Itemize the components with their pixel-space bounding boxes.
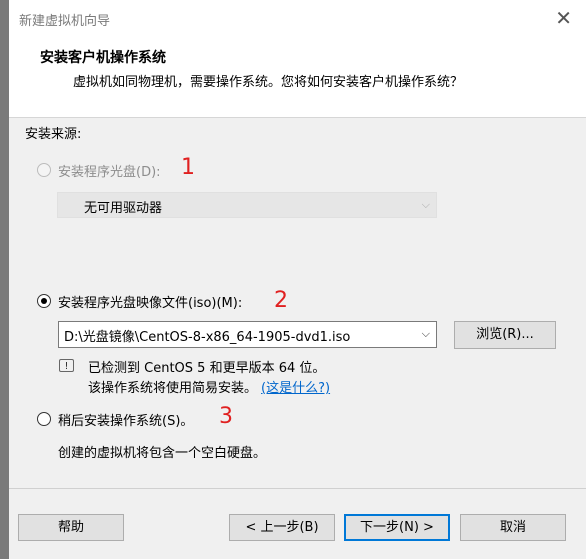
page-subtitle: 虚拟机如同物理机，需要操作系统。您将如何安装客户机操作系统？ — [73, 75, 464, 90]
back-button[interactable]: < 上一步(B) — [229, 514, 335, 541]
new-vm-wizard-dialog: 新建虚拟机向导 ✕ 安装客户机操作系统 虚拟机如同物理机，需要操作系统。您将如何… — [9, 0, 586, 559]
what-is-this-link[interactable]: (这是什么?) — [261, 381, 330, 396]
window-title: 新建虚拟机向导 — [19, 14, 111, 29]
iso-path-input[interactable]: D:\光盘镜像\CentOS-8-x86_64-1905-dvd1.iso ⌵ — [58, 321, 437, 348]
iso-radio[interactable] — [37, 294, 51, 308]
later-description: 创建的虚拟机将包含一个空白硬盘。 — [58, 446, 267, 461]
browse-button[interactable]: 浏览(R)... — [454, 321, 556, 349]
footer-divider — [9, 488, 586, 489]
annotation-marker-1: 1 — [181, 155, 195, 180]
close-icon[interactable]: ✕ — [555, 6, 572, 30]
page-title: 安装客户机操作系统 — [40, 50, 166, 66]
later-radio[interactable] — [37, 412, 51, 426]
help-button[interactable]: 帮助 — [18, 514, 124, 541]
chevron-down-icon[interactable]: ⌵ — [422, 327, 430, 341]
next-button[interactable]: 下一步(N) > — [344, 514, 450, 541]
iso-path-value: D:\光盘镜像\CentOS-8-x86_64-1905-dvd1.iso — [64, 330, 351, 345]
info-icon: ! — [59, 359, 74, 372]
drive-select[interactable]: 无可用驱动器 ⌵ — [57, 192, 437, 218]
disc-radio[interactable] — [37, 163, 51, 177]
install-source-label: 安装来源: — [25, 127, 82, 142]
drive-select-value: 无可用驱动器 — [84, 201, 163, 216]
title-bar: 新建虚拟机向导 ✕ — [9, 0, 586, 40]
detection-text: 该操作系统将使用简易安装。 — [88, 381, 258, 396]
later-option-label: 稍后安装操作系统(S)。 — [58, 414, 194, 429]
annotation-marker-2: 2 — [274, 288, 288, 313]
wizard-header: 安装客户机操作系统 虚拟机如同物理机，需要操作系统。您将如何安装客户机操作系统？ — [9, 40, 586, 118]
detection-line-1: 已检测到 CentOS 5 和更早版本 64 位。 — [88, 361, 326, 376]
cancel-button[interactable]: 取消 — [460, 514, 566, 541]
disc-option-label: 安装程序光盘(D): — [58, 165, 161, 180]
iso-option-label: 安装程序光盘映像文件(iso)(M): — [58, 296, 243, 311]
chevron-down-icon: ⌵ — [421, 198, 430, 211]
detection-line-2: 该操作系统将使用简易安装。 (这是什么?) — [88, 377, 330, 396]
annotation-marker-3: 3 — [219, 404, 233, 429]
